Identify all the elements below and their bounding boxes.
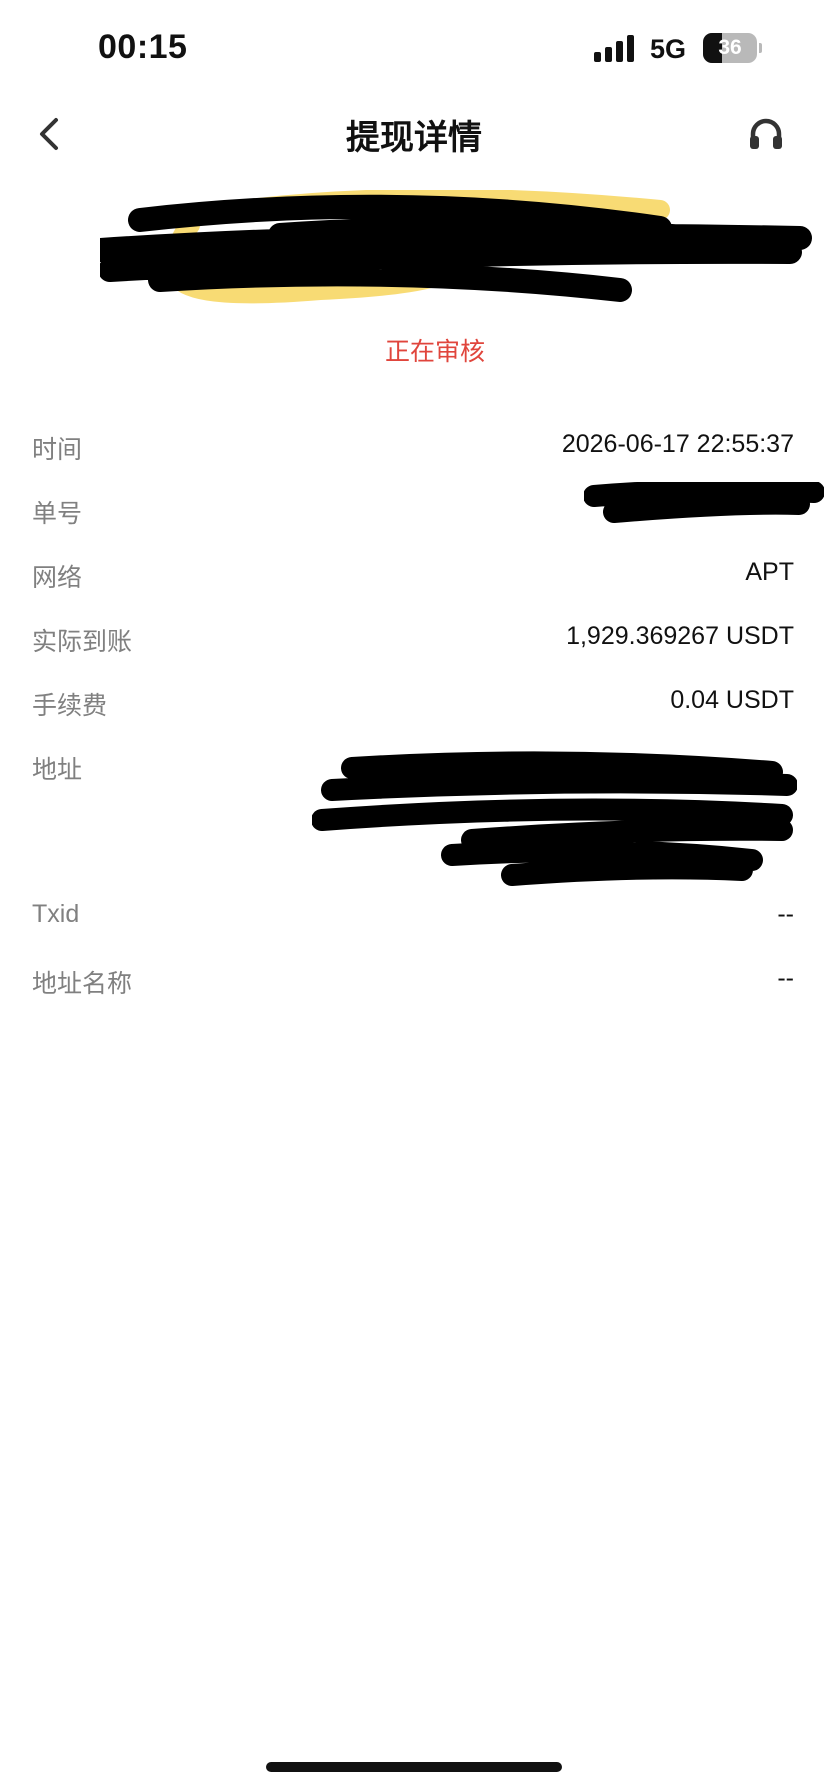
- network-label: 网络: [32, 564, 83, 592]
- signal-icon: [594, 34, 638, 62]
- txid-value: --: [777, 900, 794, 928]
- order-no-redacted: [584, 482, 824, 523]
- detail-row-address-name: 地址名称 --: [32, 964, 794, 1004]
- detail-row-received: 实际到账 1,929.369267 USDT: [32, 622, 794, 662]
- network-type: 5G: [650, 34, 687, 64]
- detail-row-fee: 手续费 0.04 USDT: [32, 686, 794, 726]
- headset-icon: [750, 118, 782, 149]
- status-time: 00:15: [98, 28, 188, 66]
- time-label: 时间: [32, 436, 83, 464]
- review-status: 正在审核: [384, 338, 485, 366]
- address-name-value: --: [777, 964, 794, 992]
- address-redacted: [312, 751, 797, 886]
- detail-row-network: 网络 APT: [32, 558, 794, 598]
- fee-value: 0.04 USDT: [670, 686, 794, 714]
- page-title: 提现详情: [346, 119, 482, 157]
- txid-label: Txid: [32, 900, 80, 928]
- battery-level: 36: [718, 36, 742, 59]
- detail-row-order-no: 单号: [32, 482, 824, 534]
- customer-support-button[interactable]: [746, 112, 786, 156]
- fee-label: 手续费: [32, 692, 108, 720]
- detail-row-address: 地址: [32, 750, 797, 890]
- detail-row-time: 时间 2026-06-17 22:55:37: [32, 430, 794, 470]
- battery-tip: [759, 43, 762, 53]
- battery-icon: 36: [703, 33, 757, 63]
- order-no-label: 单号: [32, 500, 83, 528]
- received-label: 实际到账: [32, 628, 133, 656]
- home-indicator[interactable]: [266, 1762, 562, 1772]
- detail-row-txid: Txid --: [32, 900, 794, 940]
- network-value: APT: [745, 558, 794, 586]
- time-value: 2026-06-17 22:55:37: [561, 430, 794, 458]
- address-label: 地址: [32, 756, 83, 784]
- address-name-label: 地址名称: [32, 970, 133, 998]
- received-value: 1,929.369267 USDT: [566, 622, 794, 650]
